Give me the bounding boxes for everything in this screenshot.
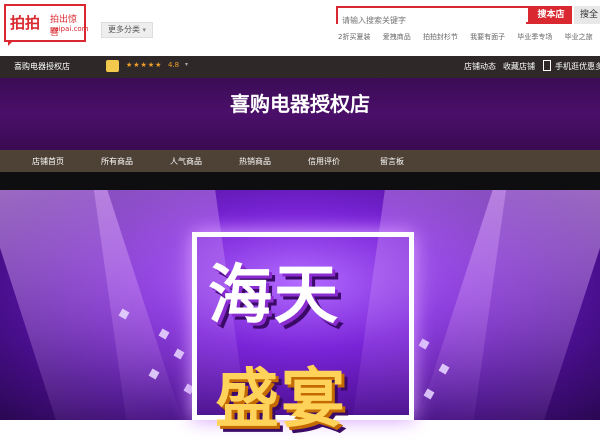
nav-item-credit-reviews[interactable]: 信用评价: [308, 156, 340, 167]
logo-domain: paipai.com: [50, 25, 89, 33]
logo-tail-icon: [8, 40, 14, 46]
qq-chat-icon[interactable]: [106, 60, 119, 72]
store-title: 喜购电器授权店: [230, 92, 370, 116]
hero-headline-bottom: 盛宴: [215, 363, 347, 437]
mobile-phone-icon: [543, 60, 551, 71]
chevron-down-icon[interactable]: ▾: [185, 61, 188, 68]
store-name-link[interactable]: 喜购电器授权店: [14, 61, 70, 72]
hero-headline-top: 海天: [208, 259, 340, 333]
hot-links: 2折买夏装 爱拽商品 拍拍封杉节 我要有面子 毕业季专场 毕业之旅: [338, 32, 600, 44]
rating-stars: ★★★★★: [126, 61, 163, 69]
nav-item-hot-sales[interactable]: 热销商品: [239, 156, 271, 167]
chevron-down-icon: ▾: [142, 26, 147, 34]
logo-text: 拍拍: [10, 14, 41, 32]
store-nav-bar: [0, 150, 600, 172]
store-news-link[interactable]: 店铺动态: [464, 61, 496, 72]
hot-link[interactable]: 我要有面子: [470, 33, 505, 41]
nav-item-all-products[interactable]: 所有商品: [101, 156, 133, 167]
nav-item-message-board[interactable]: 留言板: [380, 156, 404, 167]
nav-item-home[interactable]: 店铺首页: [32, 156, 64, 167]
hot-link[interactable]: 毕业季专场: [517, 33, 552, 41]
mobile-offer-link[interactable]: 手机逛优惠多: [555, 61, 600, 72]
more-categories-label: 更多分类: [108, 25, 140, 34]
search-input[interactable]: [338, 13, 526, 28]
more-categories-button[interactable]: 更多分类 ▾: [101, 22, 154, 38]
hot-link[interactable]: 爱拽商品: [383, 33, 411, 41]
hot-link[interactable]: 拍拍封杉节: [423, 33, 458, 41]
nav-item-popular[interactable]: 人气商品: [170, 156, 202, 167]
hot-link[interactable]: 2折买夏装: [338, 33, 370, 41]
paipai-logo[interactable]: 拍拍 拍出惊喜 paipai.com: [4, 4, 89, 46]
search-box: [336, 6, 530, 28]
favorite-store-link[interactable]: 收藏店铺: [503, 61, 535, 72]
search-store-button[interactable]: 搜本店: [530, 6, 572, 24]
hot-link[interactable]: 毕业之旅: [565, 33, 593, 41]
search-all-button[interactable]: 搜全: [574, 6, 600, 24]
nav-divider: [0, 172, 600, 190]
rating-score: 4.8: [168, 61, 180, 69]
